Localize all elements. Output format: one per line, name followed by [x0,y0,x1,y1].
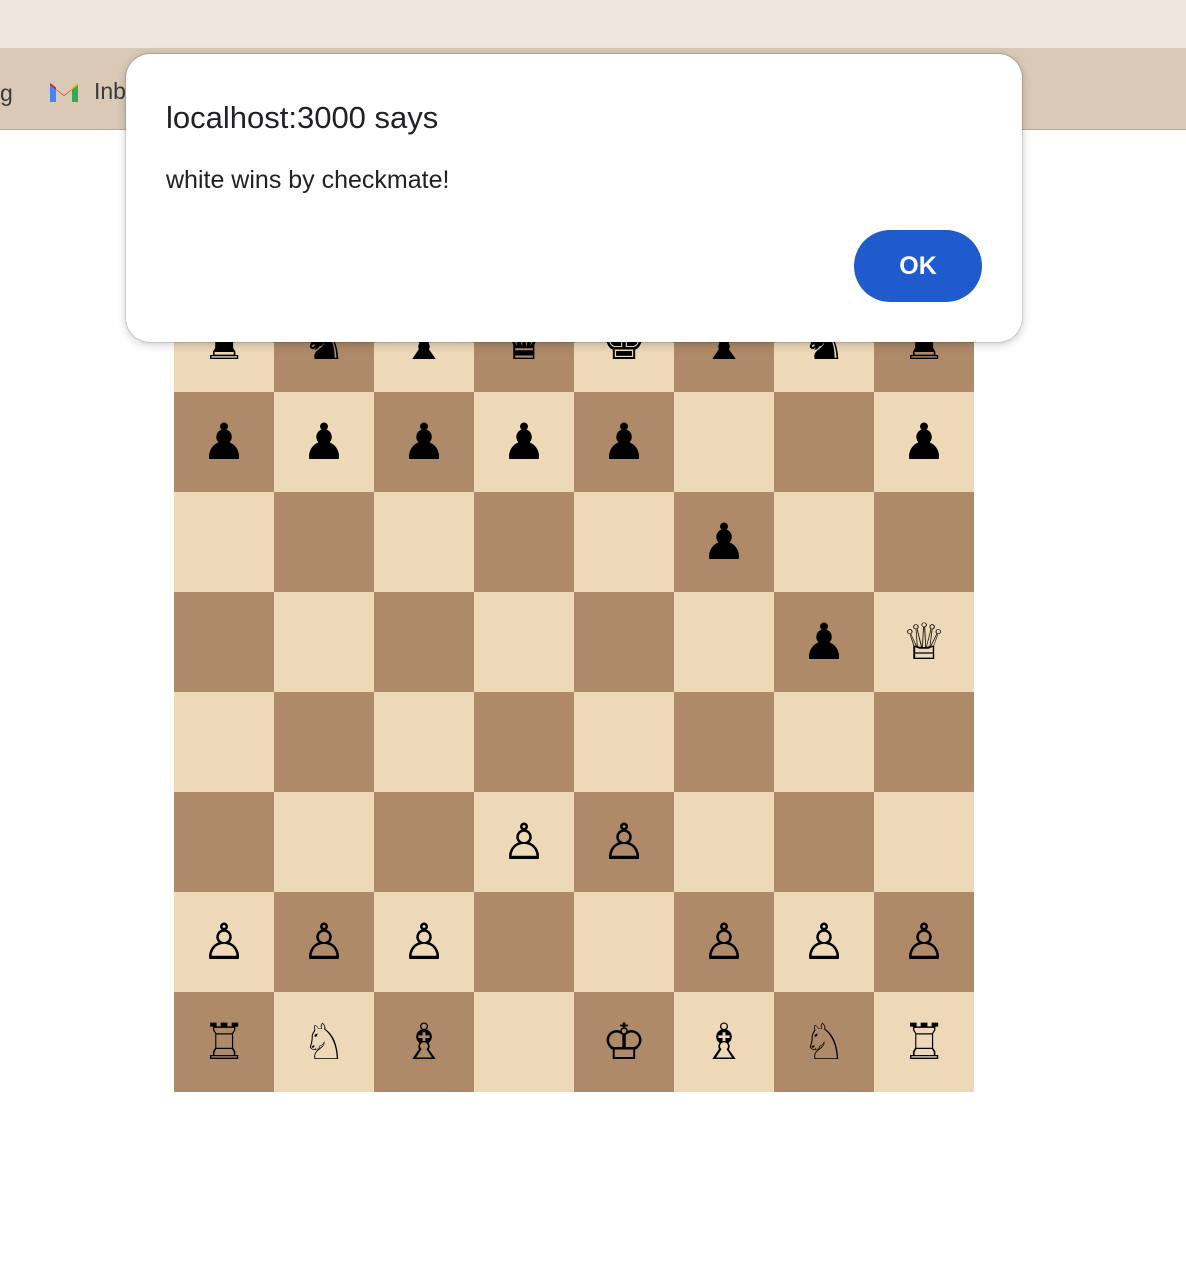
square-h3[interactable] [874,792,974,892]
bookmark-gmail[interactable]: Inb [48,78,126,105]
square-b3[interactable] [274,792,374,892]
square-e6[interactable] [574,492,674,592]
square-e2[interactable] [574,892,674,992]
square-f6[interactable]: ♟ [674,492,774,592]
square-f3[interactable] [674,792,774,892]
square-h2[interactable]: ♙ [874,892,974,992]
square-g7[interactable] [774,392,874,492]
square-c2[interactable]: ♙ [374,892,474,992]
square-a5[interactable] [174,592,274,692]
square-b4[interactable] [274,692,374,792]
square-g3[interactable] [774,792,874,892]
square-a7[interactable]: ♟ [174,392,274,492]
dialog-title: localhost:3000 says [166,100,439,135]
square-b1[interactable]: ♘ [274,992,374,1092]
square-c5[interactable] [374,592,474,692]
square-d6[interactable] [474,492,574,592]
square-c3[interactable] [374,792,474,892]
square-e1[interactable]: ♔ [574,992,674,1092]
bookmark-gmail-label: Inb [94,78,126,104]
square-h6[interactable] [874,492,974,592]
square-h7[interactable]: ♟ [874,392,974,492]
square-d4[interactable] [474,692,574,792]
square-h5[interactable]: ♕ [874,592,974,692]
square-g4[interactable] [774,692,874,792]
square-d3[interactable]: ♙ [474,792,574,892]
square-d5[interactable] [474,592,574,692]
square-c4[interactable] [374,692,474,792]
square-f4[interactable] [674,692,774,792]
browser-tab-strip [0,0,1186,48]
square-b6[interactable] [274,492,374,592]
square-b7[interactable]: ♟ [274,392,374,492]
square-b5[interactable] [274,592,374,692]
square-e4[interactable] [574,692,674,792]
square-d1[interactable] [474,992,574,1092]
square-a1[interactable]: ♖ [174,992,274,1092]
square-c6[interactable] [374,492,474,592]
square-g5[interactable]: ♟ [774,592,874,692]
square-d2[interactable] [474,892,574,992]
square-h4[interactable] [874,692,974,792]
chess-board[interactable]: ♜ ♞ ♝ ♛ ♚ ♝ ♞ ♜ ♟ ♟ ♟ ♟ ♟ ♟ ♟ ♟ ♕ ♙ ♙ ♙ ♙ ♙ ♙ ♙ ♙ ♖ ♘ ♗ ♔ ♗ ♘ ♖ [174,292,974,1092]
square-g1[interactable]: ♘ [774,992,874,1092]
bookmark-item-partial[interactable]: g [0,80,13,107]
dialog-message: white wins by checkmate! [166,166,450,194]
square-f2[interactable]: ♙ [674,892,774,992]
square-e7[interactable]: ♟ [574,392,674,492]
square-d7[interactable]: ♟ [474,392,574,492]
square-a6[interactable] [174,492,274,592]
gmail-icon [50,82,78,102]
square-c1[interactable]: ♗ [374,992,474,1092]
square-f5[interactable] [674,592,774,692]
square-a2[interactable]: ♙ [174,892,274,992]
square-a3[interactable] [174,792,274,892]
alert-dialog: localhost:3000 says white wins by checkm… [126,54,1022,342]
square-h1[interactable]: ♖ [874,992,974,1092]
square-e5[interactable] [574,592,674,692]
square-a4[interactable] [174,692,274,792]
ok-button[interactable]: OK [854,230,982,302]
square-g6[interactable] [774,492,874,592]
square-f1[interactable]: ♗ [674,992,774,1092]
square-b2[interactable]: ♙ [274,892,374,992]
square-g2[interactable]: ♙ [774,892,874,992]
square-e3[interactable]: ♙ [574,792,674,892]
square-c7[interactable]: ♟ [374,392,474,492]
square-f7[interactable] [674,392,774,492]
